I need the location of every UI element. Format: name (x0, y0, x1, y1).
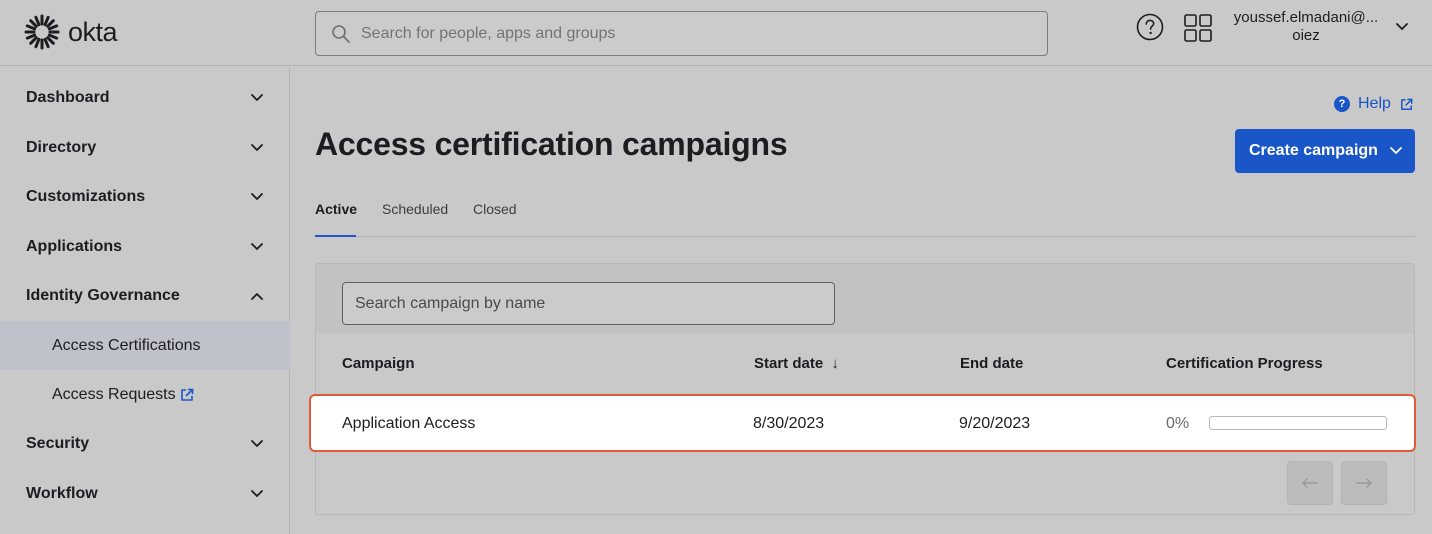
chevron-down-icon (251, 242, 263, 250)
external-link-icon (1400, 98, 1413, 110)
arrow-right-icon (1356, 478, 1372, 488)
start-date-cell: 8/30/2023 (753, 415, 825, 432)
chevron-up-icon (251, 292, 263, 300)
sidebar-item-label: Access Requests (52, 385, 176, 403)
chevron-down-icon (251, 489, 263, 497)
arrow-left-icon (1302, 478, 1318, 488)
sidebar: Dashboard Directory Customizations Appli… (0, 67, 290, 534)
user-org: oiez (1292, 27, 1320, 44)
tab-label: Scheduled (382, 201, 449, 217)
tab-closed[interactable]: Closed (473, 201, 517, 237)
campaign-tabs: Active Scheduled Closed (315, 196, 1415, 237)
column-header-label: Start date (754, 355, 824, 372)
okta-logo-icon (24, 14, 60, 50)
create-campaign-label: Create campaign (1249, 142, 1378, 159)
tab-active[interactable]: Active (315, 201, 358, 237)
chevron-down-icon (251, 143, 263, 151)
chevron-down-icon[interactable] (1394, 20, 1410, 34)
logo-text: okta (68, 16, 118, 47)
okta-logo[interactable]: okta (24, 14, 118, 50)
sidebar-item-dashboard[interactable]: Dashboard (0, 73, 290, 122)
column-header-campaign[interactable]: Campaign (342, 355, 415, 372)
campaign-search-box[interactable] (342, 282, 835, 325)
campaign-name-cell[interactable]: Application Access (342, 415, 475, 433)
user-email: youssef.elmadani@... (1233, 9, 1379, 26)
external-link-icon (181, 388, 194, 401)
help-icon: ? (1334, 96, 1350, 112)
table-row[interactable]: Application Access 8/30/2023 9/20/2023 0… (309, 394, 1416, 452)
chevron-down-icon (251, 439, 263, 447)
campaign-search-input[interactable] (355, 294, 815, 313)
campaigns-panel-header (316, 264, 1414, 333)
sidebar-item-label: Customizations (26, 187, 146, 205)
global-search-input[interactable] (361, 24, 961, 43)
progress-bar (1209, 416, 1387, 430)
tab-scheduled[interactable]: Scheduled (382, 201, 448, 237)
sidebar-item-identity-governance[interactable]: Identity Governance (0, 271, 290, 320)
top-bar: okta youssef.elmadani@... oiez (0, 0, 1432, 66)
sidebar-item-workflow[interactable]: Workflow (0, 469, 290, 518)
sidebar-item-label: Access Certifications (52, 336, 201, 354)
progress-percent: 0% (1166, 415, 1190, 432)
global-search-box[interactable] (315, 11, 1048, 56)
chevron-down-icon (251, 192, 263, 200)
tab-label: Active (315, 201, 358, 217)
previous-page-button[interactable] (1287, 461, 1333, 505)
column-header-end-date[interactable]: End date (960, 355, 1023, 372)
sidebar-item-label: Workflow (26, 484, 98, 502)
campaigns-panel: Campaign Start date ↓ End date Certifica… (315, 263, 1415, 515)
sidebar-item-label: Dashboard (26, 88, 110, 106)
end-date-cell: 9/20/2023 (959, 415, 1031, 432)
sidebar-item-access-certifications[interactable]: Access Certifications (0, 321, 290, 370)
sidebar-item-applications[interactable]: Applications (0, 222, 290, 271)
next-page-button[interactable] (1341, 461, 1387, 505)
sidebar-item-directory[interactable]: Directory (0, 123, 290, 172)
sidebar-item-customizations[interactable]: Customizations (0, 172, 290, 221)
sidebar-item-label: Applications (26, 237, 123, 255)
search-icon (332, 24, 350, 43)
help-link-label: Help (1358, 95, 1391, 112)
create-campaign-button[interactable]: Create campaign (1235, 129, 1415, 173)
sidebar-item-access-requests[interactable]: Access Requests (0, 370, 290, 419)
chevron-down-icon (1390, 147, 1402, 154)
help-link[interactable]: ? Help (1334, 95, 1414, 113)
tab-label: Closed (473, 201, 517, 217)
page-title: Access certification campaigns (315, 126, 788, 162)
sort-arrow-icon: ↓ (831, 355, 839, 372)
user-menu[interactable]: youssef.elmadani@... oiez (1226, 9, 1386, 45)
chevron-down-icon (251, 93, 263, 101)
sidebar-item-label: Directory (26, 138, 97, 156)
column-header-certification-progress[interactable]: Certification Progress (1166, 355, 1323, 372)
help-icon[interactable] (1136, 13, 1164, 41)
sidebar-item-security[interactable]: Security (0, 419, 290, 468)
sidebar-item-label: Identity Governance (26, 286, 180, 304)
sidebar-item-label: Security (26, 434, 90, 452)
column-header-start-date[interactable]: Start date ↓ (754, 355, 839, 372)
apps-grid-icon[interactable] (1184, 14, 1212, 42)
